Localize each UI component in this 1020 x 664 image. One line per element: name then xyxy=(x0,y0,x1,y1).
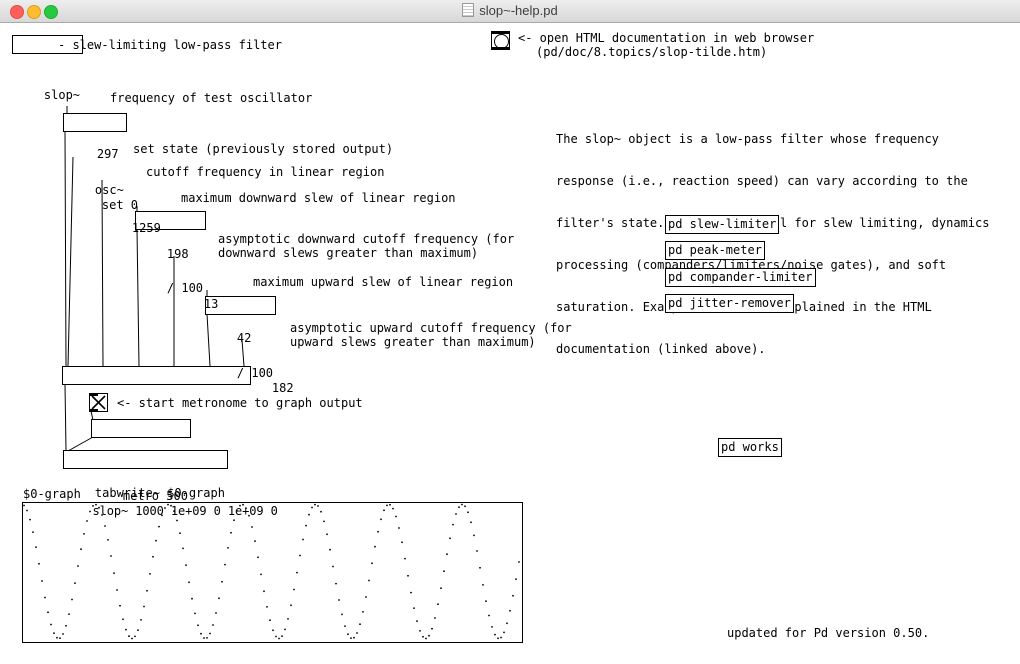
inlet xyxy=(492,31,509,34)
cutoff-comment: cutoff frequency in linear region xyxy=(146,165,384,179)
subpatch-slew-limiter[interactable]: pd slew-limiter xyxy=(665,215,779,234)
doc-hint-comment: <- open HTML documentation in web browse… xyxy=(518,31,814,45)
up-slew-number-box[interactable]: 42 xyxy=(205,272,243,291)
subpatch-jitter-remover[interactable]: pd jitter-remover xyxy=(665,294,794,313)
inlet xyxy=(90,393,98,396)
outlet xyxy=(90,409,98,412)
subpatch-works[interactable]: pd works xyxy=(718,438,782,457)
up-asym-comment: asymptotic upward cutoff frequency (foru… xyxy=(290,321,572,349)
set-comment: set state (previously stored output) xyxy=(133,142,393,156)
slop-object[interactable]: slop~ 1000 1e+09 0 1e+09 0 xyxy=(62,366,251,385)
down-slew-comment: maximum downward slew of linear region xyxy=(181,191,456,205)
cutoff-number-box[interactable]: 1259 xyxy=(100,162,138,181)
metro-object[interactable]: metro 500 xyxy=(91,419,191,438)
freq-comment: frequency of test oscillator xyxy=(110,91,312,105)
window-titlebar: slop~-help.pd xyxy=(0,0,1020,23)
down-asym-comment: asymptotic downward cutoff frequency (fo… xyxy=(218,232,514,260)
graph-waveform xyxy=(23,503,522,642)
subpatch-peak-meter[interactable]: pd peak-meter xyxy=(665,241,765,260)
osc-object[interactable]: osc~ xyxy=(63,113,127,132)
graph-label: $0-graph xyxy=(23,487,81,501)
tabwrite-object[interactable]: tabwrite~ $0-graph xyxy=(63,450,228,469)
toggle-comment: <- start metronome to graph output xyxy=(117,396,363,410)
subpatch-compander-limiter[interactable]: pd compander-limiter xyxy=(665,268,816,287)
doc-path-comment: (pd/doc/8.topics/slop-tilde.htm) xyxy=(536,45,767,59)
tagline-comment: - slew-limiting low-pass filter xyxy=(58,38,282,52)
footer-note: updated for Pd version 0.50. xyxy=(727,626,929,640)
up-slew-comment: maximum upward slew of linear region xyxy=(253,275,513,289)
outlet xyxy=(492,47,509,50)
open-docs-bang-button[interactable] xyxy=(491,31,510,50)
window-title: slop~-help.pd xyxy=(0,0,1020,22)
array-graph xyxy=(22,502,523,643)
document-icon xyxy=(462,3,474,17)
metro-toggle[interactable] xyxy=(89,393,108,412)
pd-patch-window: slop~-help.pd slop~ - slew-limiting low-… xyxy=(0,0,1020,664)
description-text: The slop~ object is a low-pass filter wh… xyxy=(556,104,989,384)
down-slew-number-box[interactable]: 198 xyxy=(135,188,173,207)
